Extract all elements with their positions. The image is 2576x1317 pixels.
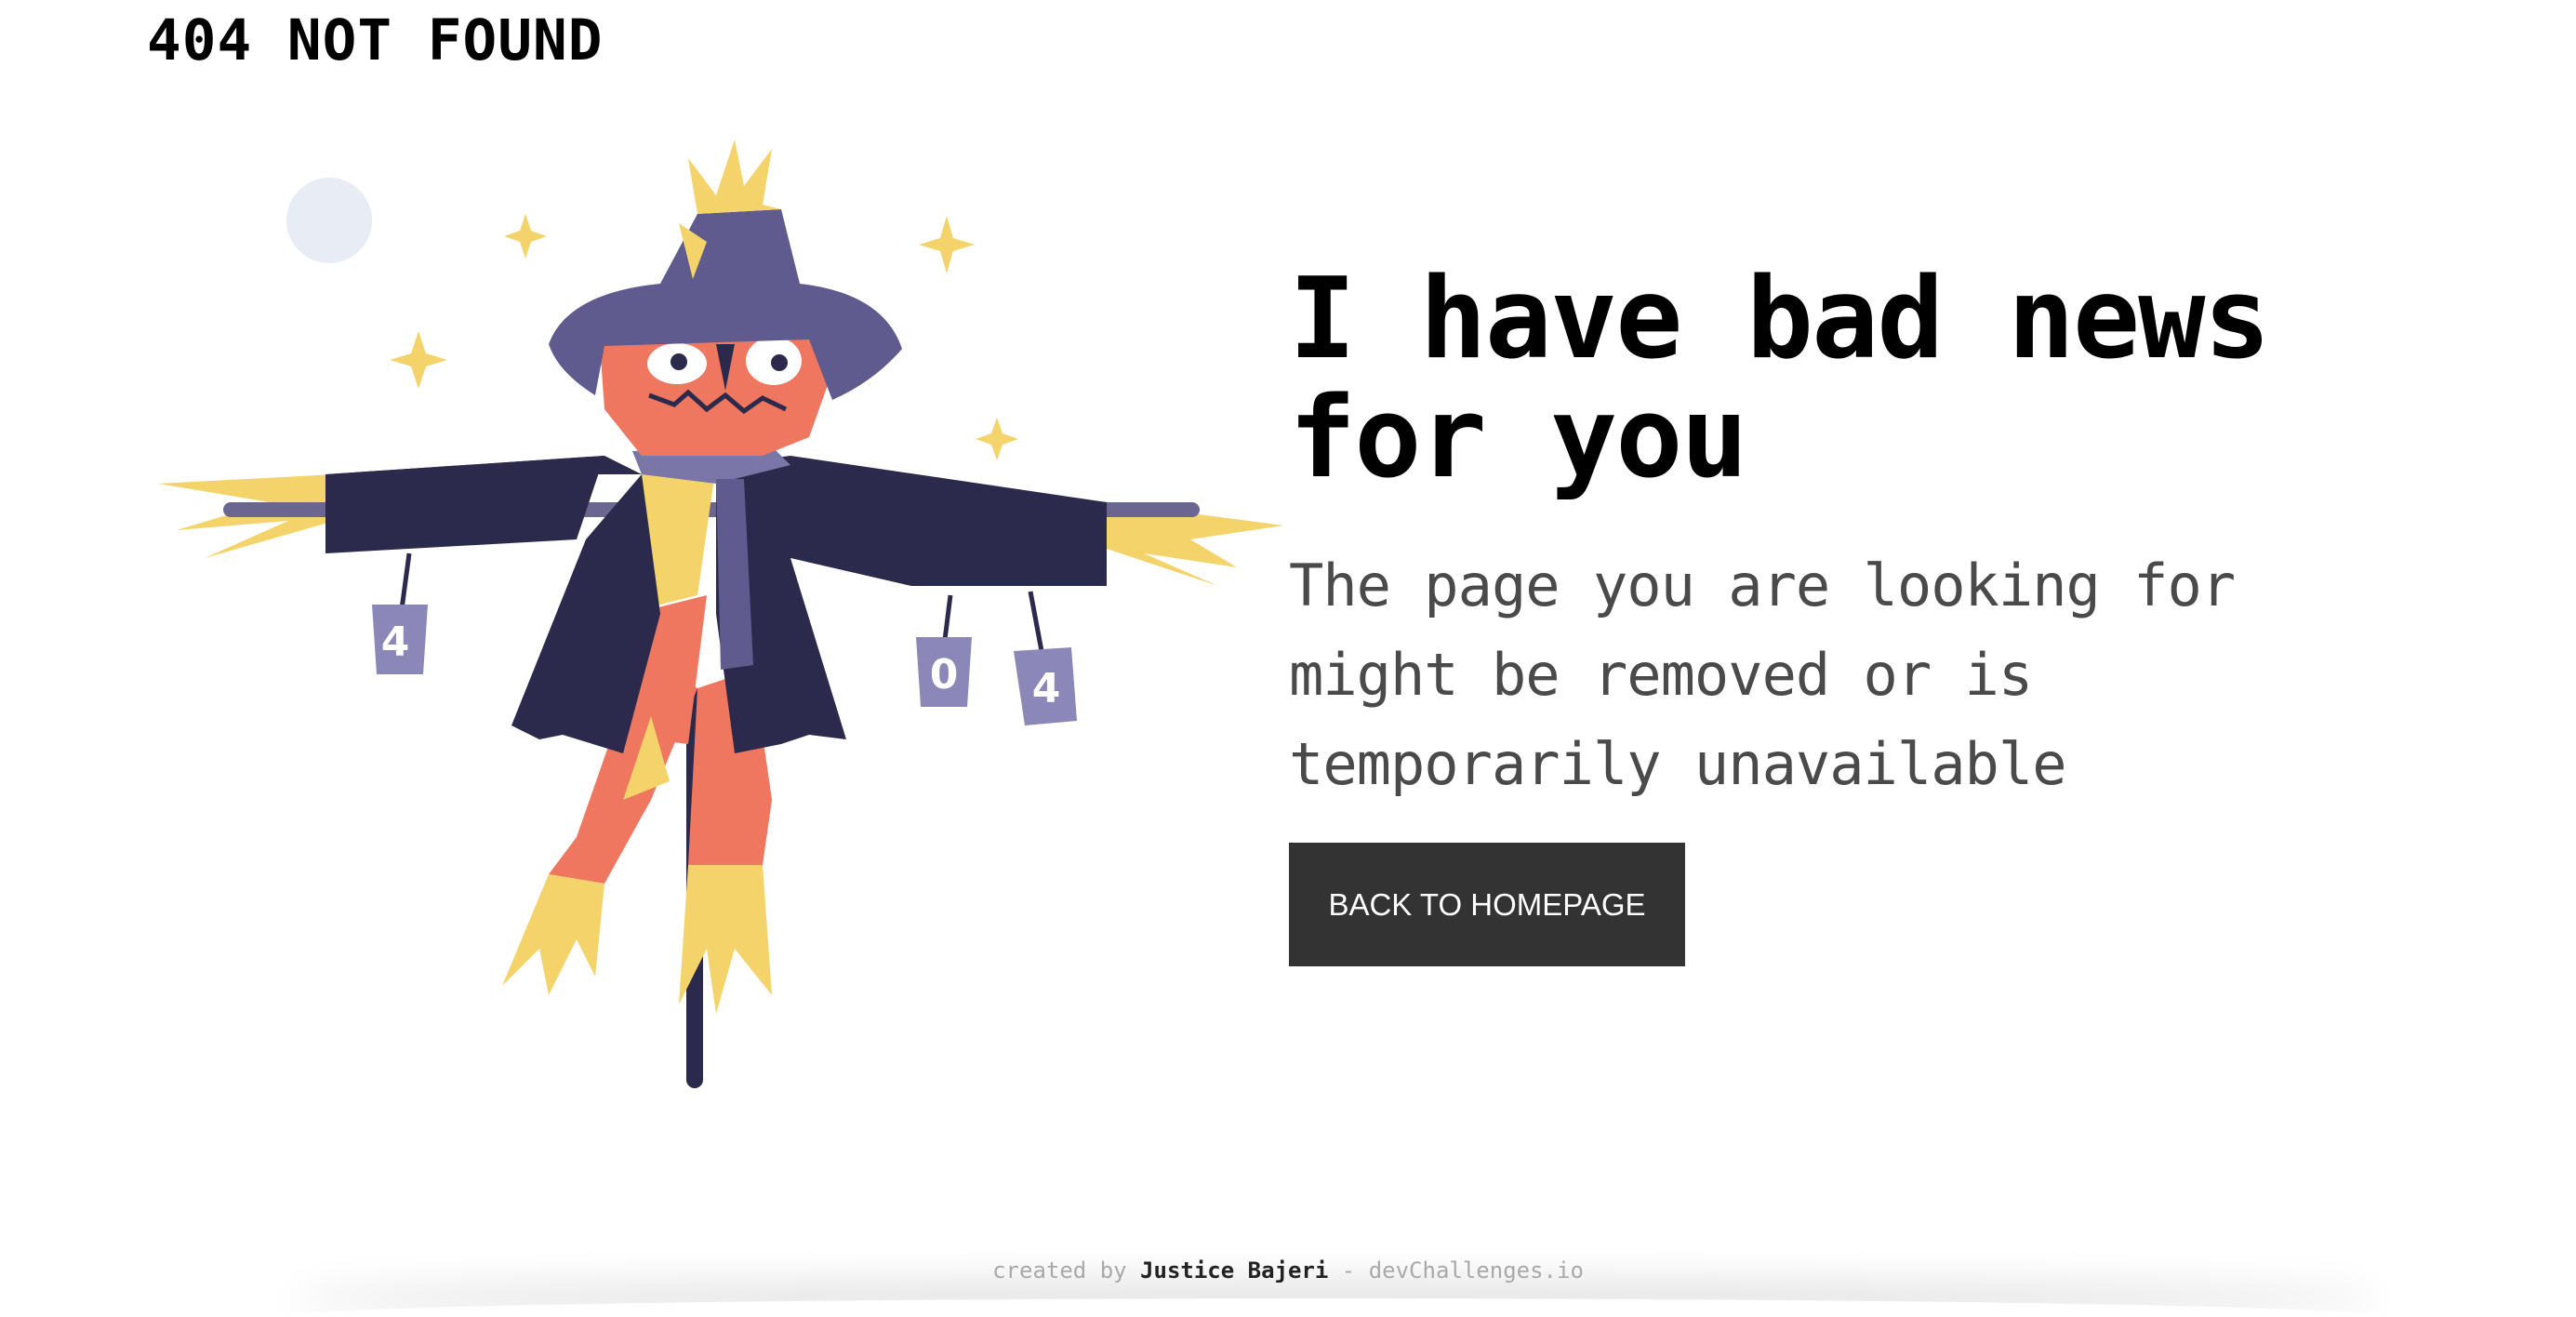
- footer-author-link[interactable]: Justice Bajeri: [1140, 1257, 1328, 1284]
- sparkle-icon: [504, 214, 547, 259]
- sparkle-icon: [919, 216, 975, 273]
- sparkle-icon: [390, 331, 447, 389]
- footer-shadow: [288, 1298, 2381, 1317]
- footer: created by Justice Bajeri - devChallenge…: [0, 1257, 2576, 1284]
- footer-site-link[interactable]: devChallenges.io: [1369, 1257, 1584, 1284]
- brand-title: 404 NOT FOUND: [147, 7, 604, 73]
- back-to-homepage-button[interactable]: BACK TO HOMEPAGE: [1289, 843, 1685, 966]
- page-subtext: The page you are looking for might be re…: [1289, 552, 2236, 798]
- footer-prefix: created by: [992, 1257, 1127, 1284]
- footer-separator: -: [1341, 1257, 1356, 1284]
- moon-icon: [286, 178, 372, 263]
- can-digit: 4: [381, 619, 410, 666]
- can-digit: 0: [930, 651, 959, 698]
- can-digit: 4: [1032, 665, 1061, 712]
- scarecrow-illustration: 4 0 4: [158, 140, 1283, 1088]
- sparkle-icon: [976, 418, 1018, 460]
- page-headline: I have bad news for you: [1289, 255, 2271, 504]
